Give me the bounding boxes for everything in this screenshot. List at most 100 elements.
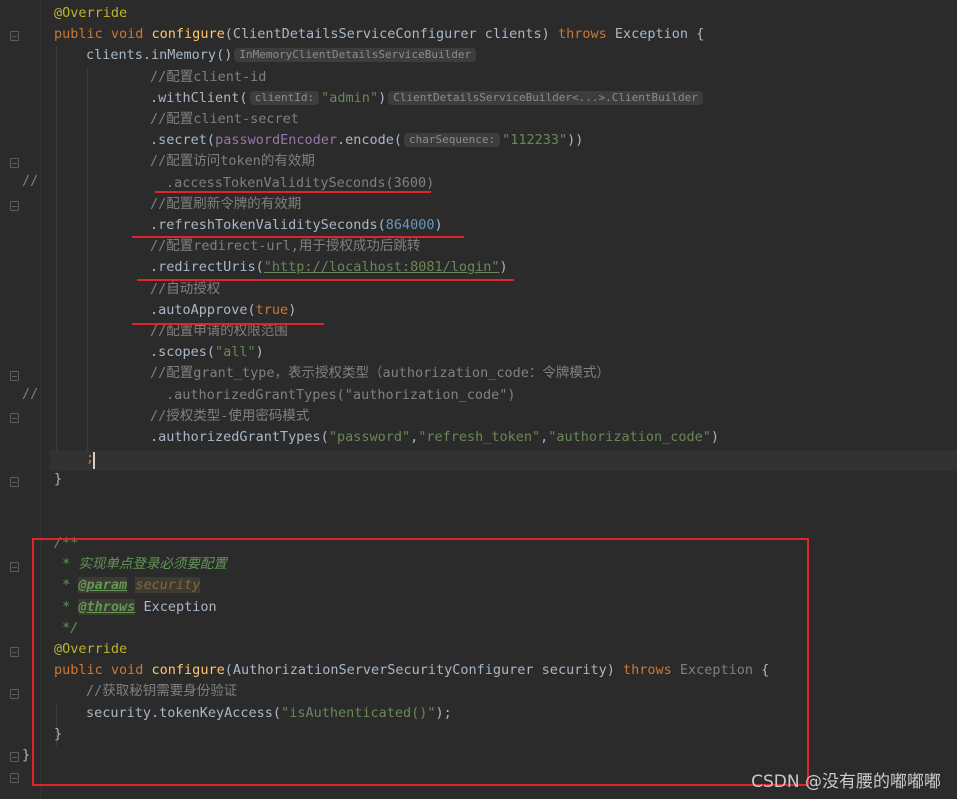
code-token: //配置client-secret	[150, 111, 299, 127]
code-token: //配置访问token的有效期	[150, 153, 315, 170]
code-token: //配置申请的权限范围	[150, 323, 288, 339]
code-token: .scopes(	[150, 344, 216, 361]
code-token: (	[239, 89, 248, 106]
text-caret	[93, 452, 95, 469]
code-token: )	[255, 344, 264, 361]
code-token: "admin"	[321, 89, 379, 106]
code-token: }	[22, 747, 31, 763]
fold-icon[interactable]	[10, 31, 19, 41]
code-token: .redirectUris(	[150, 259, 264, 276]
csdn-watermark: CSDN @没有腰的嘟嘟嘟	[751, 772, 941, 792]
fold-icon[interactable]	[10, 201, 19, 211]
code-line[interactable]: //配置redirect-url,用于授权成功后跳转	[150, 236, 420, 257]
code-line[interactable]: public void configure(ClientDetailsServi…	[54, 24, 704, 45]
code-line[interactable]: .secret(passwordEncoder.encode(charSeque…	[150, 130, 583, 151]
code-line[interactable]: //授权类型-使用密码模式	[150, 406, 309, 427]
code-token: "authorization_code"	[548, 429, 711, 445]
code-token: .encode(	[336, 132, 403, 149]
code-token: ,	[410, 429, 419, 445]
code-token: )	[378, 89, 387, 106]
code-line[interactable]: .scopes("all")	[150, 342, 264, 363]
inlay-parameter-hint: charSequence:	[404, 133, 501, 148]
inlay-parameter-hint: ClientDetailsServiceBuilder<...>.ClientB…	[388, 90, 703, 105]
code-token: configure	[151, 26, 225, 43]
code-token: clients.	[86, 47, 152, 64]
code-token: throws	[557, 26, 615, 43]
code-token: "all"	[215, 344, 256, 361]
code-token: "http://localhost:8081/login"	[263, 259, 500, 276]
line-comment-marker: //	[22, 386, 39, 402]
code-token: public void	[54, 26, 152, 43]
code-line[interactable]: .redirectUris("http://localhost:8081/log…	[150, 257, 508, 278]
code-token: @Override	[54, 5, 128, 21]
code-token: (	[206, 132, 216, 149]
fold-icon[interactable]	[10, 647, 19, 657]
fold-icon[interactable]	[10, 158, 19, 168]
code-token: .authorizedGrantTypes("authorization_cod…	[166, 386, 516, 403]
code-token: .refreshTokenValiditySeconds(	[150, 217, 386, 233]
code-token: Exception {	[614, 26, 705, 43]
code-token: .	[150, 89, 159, 106]
code-token: //配置grant_type，表示授权类型（authorization_code…	[150, 365, 610, 382]
code-line[interactable]: @Override	[54, 3, 127, 24]
code-token: }	[54, 471, 63, 488]
fold-icon[interactable]	[10, 752, 19, 762]
code-token: )	[499, 259, 508, 276]
red-underline-annotation	[137, 279, 514, 281]
code-token: "112233"	[502, 132, 568, 149]
code-line[interactable]: //配置刷新令牌的有效期	[150, 194, 301, 215]
code-token: .autoApprove(	[150, 301, 256, 318]
code-line[interactable]: .refreshTokenValiditySeconds(864000)	[150, 215, 443, 236]
code-token: inMemory	[151, 47, 217, 64]
code-line[interactable]: .withClient(clientId: "admin") ClientDetai…	[150, 88, 705, 109]
inlay-parameter-hint: InMemoryClientDetailsServiceBuilder	[234, 48, 477, 63]
code-token: secret	[158, 132, 207, 149]
code-token: )	[710, 429, 719, 445]
current-line-highlight	[50, 450, 957, 471]
red-underline-annotation	[155, 191, 431, 193]
code-token: "refresh_token"	[418, 429, 541, 445]
code-token: .	[150, 132, 159, 149]
red-highlight-box	[32, 538, 809, 786]
code-token: //配置刷新令牌的有效期	[150, 195, 302, 212]
fold-icon[interactable]	[10, 562, 19, 572]
fold-icon[interactable]	[10, 371, 19, 381]
code-token: 864000	[385, 217, 435, 233]
code-token: passwordEncoder	[215, 132, 337, 149]
code-line[interactable]: .authorizedGrantTypes("authorization_cod…	[166, 385, 516, 406]
code-line[interactable]: //自动授权	[150, 279, 220, 300]
code-token: //授权类型-使用密码模式	[150, 407, 310, 424]
code-token: (ClientDetailsServiceConfigurer clients)	[224, 26, 558, 43]
fold-icon[interactable]	[10, 413, 19, 423]
fold-icon[interactable]	[10, 477, 19, 487]
red-underline-annotation	[132, 236, 464, 238]
code-token: .accessTokenValiditySeconds(3600)	[166, 174, 435, 191]
code-line[interactable]: //配置client-secret	[150, 109, 299, 130]
inlay-parameter-hint: clientId:	[249, 90, 320, 105]
code-token: )	[288, 301, 297, 318]
code-token: withClient	[158, 89, 240, 106]
code-token: //自动授权	[150, 280, 221, 297]
code-line[interactable]: //配置grant_type，表示授权类型（authorization_code…	[150, 363, 610, 384]
code-token: ))	[567, 132, 584, 149]
code-line[interactable]: .autoApprove(true)	[150, 300, 296, 321]
code-token: //配置client-id	[150, 68, 267, 85]
code-line[interactable]: //配置访问token的有效期	[150, 151, 315, 172]
code-line[interactable]: clients.inMemory() InMemoryClientDetailsS…	[86, 45, 478, 66]
indent-guide	[87, 67, 88, 451]
code-line[interactable]: .authorizedGrantTypes("password","refres…	[150, 427, 719, 448]
code-token: "password"	[328, 429, 411, 445]
line-comment-marker: //	[22, 173, 39, 189]
code-line[interactable]: }	[22, 745, 30, 766]
code-token: //配置redirect-url,用于授权成功后跳转	[150, 238, 421, 255]
code-token: ()	[216, 47, 233, 64]
code-token: .authorizedGrantTypes(	[150, 429, 329, 445]
indent-guide	[56, 46, 57, 472]
fold-icon[interactable]	[10, 689, 19, 699]
code-line[interactable]: //配置client-id	[150, 67, 266, 88]
fold-icon[interactable]	[10, 773, 19, 783]
code-line[interactable]: }	[54, 469, 62, 490]
red-underline-annotation	[132, 323, 324, 325]
code-token: true	[255, 301, 289, 318]
code-token: )	[434, 217, 443, 233]
